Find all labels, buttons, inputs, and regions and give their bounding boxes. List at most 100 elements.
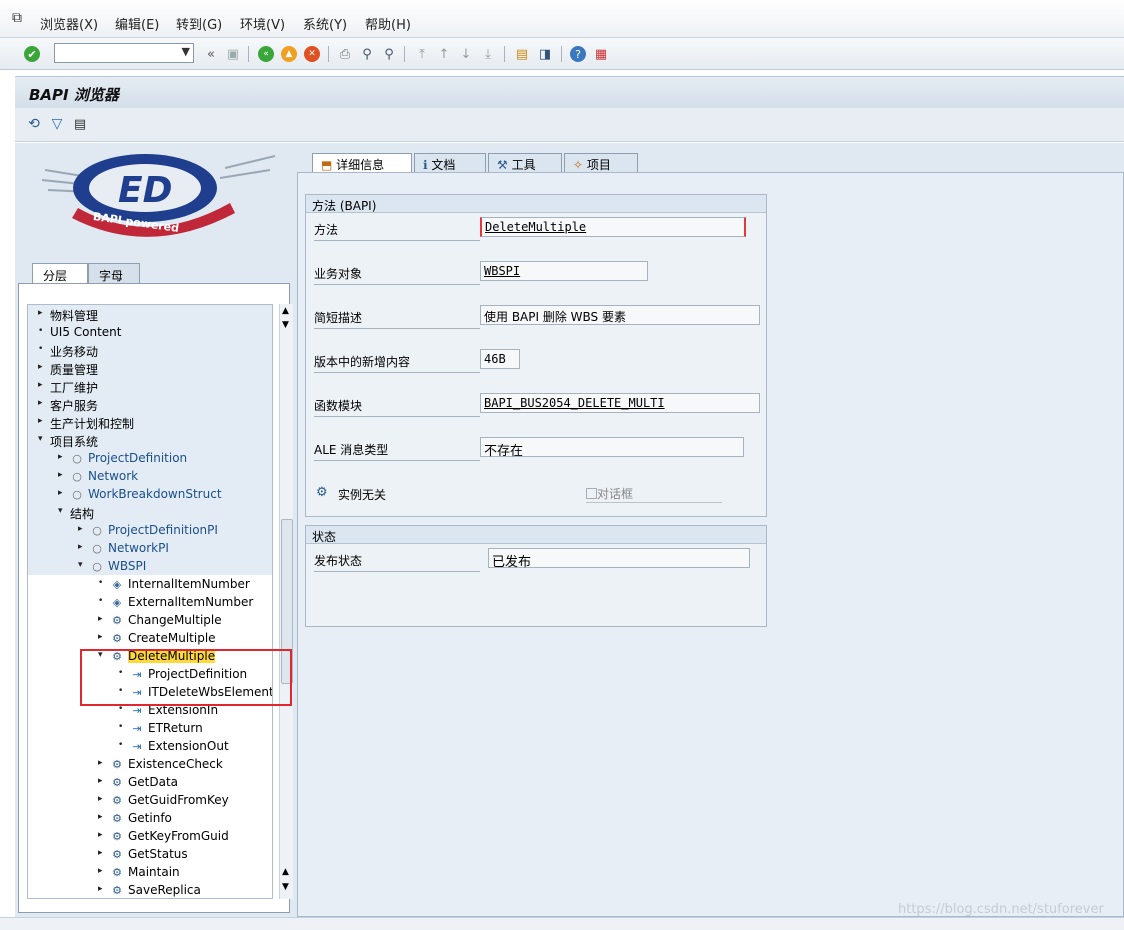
expand-icon[interactable]: ▸: [58, 470, 63, 480]
tree-node[interactable]: • ⇥ ExtensionOut: [28, 737, 272, 755]
save-icon[interactable]: ▣: [224, 45, 242, 63]
tree-node[interactable]: ▸ ⚙ ChangeMultiple: [28, 611, 272, 629]
tree-node[interactable]: ▸ 客户服务: [28, 395, 272, 413]
tree-scrollbar[interactable]: ▲ ▼ ▲ ▼: [279, 304, 293, 899]
tree-node[interactable]: ▸ ⚙ Maintain: [28, 863, 272, 881]
tree-node[interactable]: ▸ ○ NetworkPI: [28, 539, 272, 557]
tree-node[interactable]: ▸ ○ ProjectDefinitionPI: [28, 521, 272, 539]
check-icon[interactable]: ✔: [24, 46, 40, 62]
layout-icon[interactable]: ▦: [592, 45, 610, 63]
tree-node[interactable]: ▸ ⚙ Getinfo: [28, 809, 272, 827]
dialog-checkbox[interactable]: 对话框: [586, 485, 722, 503]
scroll-down-icon[interactable]: ▼: [282, 882, 289, 892]
expand-icon[interactable]: ▸: [58, 452, 63, 462]
tree-node[interactable]: ▸ 质量管理: [28, 359, 272, 377]
tree-node[interactable]: ▸ ⚙ GetData: [28, 773, 272, 791]
back-icon[interactable]: «: [202, 45, 220, 63]
tree-node[interactable]: ▸ ⚙ GetGuidFromKey: [28, 791, 272, 809]
tree-node[interactable]: ▸ ○ ProjectDefinition: [28, 449, 272, 467]
expand-icon[interactable]: ▸: [98, 794, 103, 804]
menu-system[interactable]: 系统(Y): [303, 14, 347, 33]
expand-icon[interactable]: ▸: [38, 380, 43, 390]
tab-hierarchy[interactable]: 分层: [32, 263, 88, 284]
chevron-down-icon[interactable]: ▼: [182, 45, 190, 58]
tree-node[interactable]: ▸ ⚙ GetKeyFromGuid: [28, 827, 272, 845]
expand-icon[interactable]: ▸: [98, 812, 103, 822]
tree-node[interactable]: ▸ 物料管理: [28, 305, 272, 323]
last-page-icon[interactable]: ⤓: [479, 45, 497, 63]
tree-node[interactable]: ▸ 生产计划和控制: [28, 413, 272, 431]
collapse-icon[interactable]: ▾: [38, 434, 43, 444]
print-icon[interactable]: ⎙: [336, 45, 354, 63]
expand-icon[interactable]: ▸: [98, 776, 103, 786]
tab-alphabetical[interactable]: 字母: [88, 263, 140, 284]
tree-node[interactable]: ▸ ⚙ CreateMultiple: [28, 629, 272, 647]
method-field[interactable]: DeleteMultiple: [480, 217, 746, 237]
tree-node[interactable]: • 业务移动: [28, 341, 272, 359]
collapse-icon[interactable]: ▾: [78, 560, 83, 570]
filter-icon[interactable]: ▽: [48, 115, 66, 133]
tree-node[interactable]: ▸ ⚙ SaveReplica: [28, 881, 272, 898]
collapse-icon[interactable]: ▾: [58, 506, 63, 516]
menu-browser[interactable]: 浏览器(X): [40, 14, 98, 33]
tab-details[interactable]: ⬒ 详细信息: [312, 153, 412, 173]
new-session-icon[interactable]: ▤: [513, 45, 531, 63]
tab-project[interactable]: ✧ 项目: [564, 153, 638, 173]
expand-icon[interactable]: ▸: [98, 632, 103, 642]
expand-icon[interactable]: ▸: [38, 416, 43, 426]
tree-node[interactable]: • ◈ InternalItemNumber: [28, 575, 272, 593]
tree-node[interactable]: • UI5 Content: [28, 323, 272, 341]
help-icon[interactable]: ?: [570, 46, 586, 62]
first-page-icon[interactable]: ⤒: [413, 45, 431, 63]
list-icon[interactable]: ▤: [71, 115, 89, 133]
shortcut-icon[interactable]: ◨: [536, 45, 554, 63]
business-object-field[interactable]: WBSPI: [480, 261, 648, 281]
scroll-down-icon[interactable]: ▼: [282, 320, 289, 330]
tab-documentation[interactable]: ℹ 文档: [414, 153, 486, 173]
exit-icon[interactable]: ▲: [281, 46, 297, 62]
tree-node[interactable]: ▾ ○ WBSPI: [28, 557, 272, 575]
ale-message-type-field[interactable]: 不存在: [480, 437, 744, 459]
expand-icon[interactable]: ▸: [78, 542, 83, 552]
menu-environment[interactable]: 环境(V): [240, 14, 285, 33]
tree-node[interactable]: ▸ ⚙ GetStatus: [28, 845, 272, 863]
menu-edit[interactable]: 编辑(E): [115, 14, 159, 33]
function-module-field[interactable]: BAPI_BUS2054_DELETE_MULTI: [480, 393, 760, 413]
find-icon[interactable]: ⚲: [358, 45, 376, 63]
expand-icon[interactable]: ▸: [38, 308, 43, 318]
expand-icon[interactable]: ▸: [78, 524, 83, 534]
tree-node[interactable]: ▸ ○ Network: [28, 467, 272, 485]
tab-tools[interactable]: ⚒ 工具: [488, 153, 562, 173]
find-next-icon[interactable]: ⚲: [380, 45, 398, 63]
menu-goto[interactable]: 转到(G): [176, 14, 222, 33]
expand-icon[interactable]: ▸: [98, 884, 103, 894]
tree-node[interactable]: • ◈ ExternalItemNumber: [28, 593, 272, 611]
cancel-icon[interactable]: ✕: [304, 46, 320, 62]
release-status-field[interactable]: 已发布: [488, 548, 750, 570]
expand-icon[interactable]: ▸: [98, 758, 103, 768]
next-page-icon[interactable]: ↓: [457, 45, 475, 63]
expand-icon[interactable]: ▸: [38, 398, 43, 408]
tree-node[interactable]: ▾ 项目系统: [28, 431, 272, 449]
scroll-up-icon[interactable]: ▲: [282, 867, 289, 877]
prev-page-icon[interactable]: ↑: [435, 45, 453, 63]
tree-node[interactable]: ▸ ⚙ ExistenceCheck: [28, 755, 272, 773]
expand-icon[interactable]: ▸: [58, 488, 63, 498]
checkbox-box[interactable]: [586, 488, 597, 499]
scroll-up-icon[interactable]: ▲: [282, 306, 289, 316]
expand-icon[interactable]: ▸: [98, 848, 103, 858]
refresh-icon[interactable]: ⟲: [25, 115, 43, 133]
expand-icon[interactable]: ▸: [38, 362, 43, 372]
tree-node[interactable]: ▸ ○ WorkBreakdownStruct: [28, 485, 272, 503]
tree-node[interactable]: ▸ 工厂维护: [28, 377, 272, 395]
menu-help[interactable]: 帮助(H): [365, 14, 411, 33]
nav-back-icon[interactable]: «: [258, 46, 274, 62]
expand-icon[interactable]: ▸: [98, 830, 103, 840]
system-menu-icon[interactable]: ⧉: [12, 10, 28, 26]
command-field[interactable]: ▼: [54, 43, 194, 63]
expand-icon[interactable]: ▸: [98, 866, 103, 876]
short-description-field[interactable]: 使用 BAPI 删除 WBS 要素: [480, 305, 760, 325]
expand-icon[interactable]: ▸: [98, 614, 103, 624]
tree-node[interactable]: • ⇥ ETReturn: [28, 719, 272, 737]
release-field[interactable]: 46B: [480, 349, 520, 369]
